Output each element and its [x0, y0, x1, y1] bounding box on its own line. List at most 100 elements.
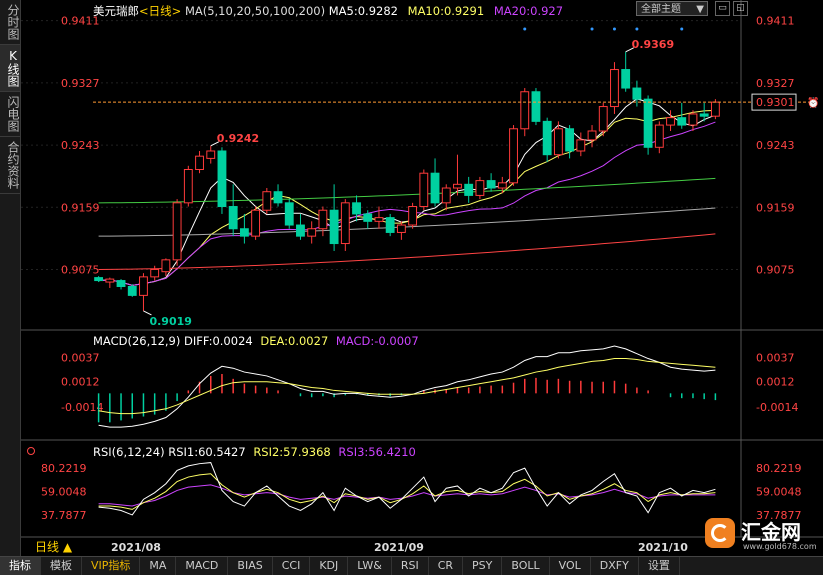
bottom-tab-7[interactable]: KDJ — [310, 557, 349, 575]
candle-body — [251, 209, 261, 237]
candle-body — [127, 285, 137, 296]
candle-body — [273, 191, 283, 204]
candle-body — [419, 172, 429, 208]
candle-body — [183, 169, 193, 204]
rsi3-value: RSI3:56.4210 — [338, 445, 416, 459]
sidebar-tab-contract-info[interactable]: 合约资料 — [0, 137, 20, 194]
candle-body — [116, 280, 126, 287]
candle-body — [542, 120, 552, 156]
logo-url: www.gold678.com — [743, 542, 817, 551]
logo: 汇金网 www.gold678.com — [705, 516, 821, 554]
ma20-value: MA20:0.927 — [493, 4, 564, 18]
macd-tick-right: 0.0012 — [756, 376, 795, 389]
low-label: 0.9019 — [149, 315, 191, 328]
candle-body — [340, 202, 350, 245]
event-dot — [635, 27, 639, 31]
bottom-tab-10[interactable]: CR — [429, 557, 464, 575]
ma20-line — [98, 121, 716, 286]
period-tag: <日线> — [139, 4, 182, 18]
bottom-tab-3[interactable]: MA — [140, 557, 177, 575]
sidebar: 分时图 K线图 闪电图 合约资料 — [0, 0, 21, 556]
theme-select[interactable]: 全部主题 ▼ — [636, 1, 708, 16]
candle-body — [531, 91, 541, 122]
macd-tick-left: -0.0014 — [61, 401, 103, 414]
bottom-tab-13[interactable]: VOL — [550, 557, 591, 575]
candle-body — [475, 180, 485, 196]
y-tick-left: 0.9327 — [61, 77, 100, 90]
candle-body — [374, 217, 384, 222]
rsi-tick-left: 59.0048 — [41, 486, 87, 499]
bottom-toolbar: 指标 模板 VIP指标 MA MACD BIAS CCI KDJ LW& RSI CR PSY BOLL… — [0, 556, 823, 575]
candle-body — [666, 117, 675, 126]
bottom-tab-4[interactable]: MACD — [176, 557, 229, 575]
candle-body — [520, 91, 530, 130]
y-tick-right: 0.9075 — [756, 263, 795, 276]
candle-body — [553, 128, 563, 156]
candle-body — [677, 117, 687, 126]
bottom-tab-1[interactable]: 模板 — [41, 557, 82, 575]
rsi-tick-right: 80.2219 — [756, 462, 802, 475]
event-dot — [612, 27, 616, 31]
macd-tick-left: 0.0037 — [61, 352, 100, 365]
candle-body — [352, 202, 361, 215]
candle-body — [408, 206, 418, 226]
y-tick-right: 0.9411 — [756, 15, 795, 28]
bottom-tab-0[interactable]: 指标 — [0, 557, 41, 575]
candle-body — [172, 202, 182, 261]
y-tick-left: 0.9159 — [61, 201, 100, 214]
macd-label: MACD(26,12,9) — [93, 334, 181, 348]
rsi-tick-left: 80.2219 — [41, 462, 87, 475]
candle-body — [441, 187, 451, 204]
rsi1-line — [98, 462, 716, 516]
candle-body — [150, 268, 160, 278]
candle-body — [385, 217, 395, 233]
candle-body — [587, 130, 597, 141]
candle-body — [486, 180, 496, 189]
rsi1-value: RSI1:60.5427 — [168, 445, 246, 459]
ma5-value: MA5:0.9282 — [328, 4, 398, 18]
settings-icon — [27, 447, 35, 455]
minimize-icon[interactable]: ▭ — [715, 1, 730, 16]
y-tick-right: 0.9159 — [756, 201, 795, 214]
logo-name: 汇金网 — [741, 520, 801, 544]
event-dot — [523, 27, 527, 31]
candle-body — [643, 98, 653, 148]
x-axis-label: 2021/10 — [638, 541, 688, 554]
candle-body — [509, 128, 518, 184]
chart-area[interactable]: 0.0037 0.0037 0.0012 0.0012 -0.0014 -0.0014 8… — [21, 0, 823, 556]
rsi-tick-left: 37.7877 — [41, 509, 87, 522]
candle-body — [94, 277, 104, 282]
bottom-tab-6[interactable]: CCI — [273, 557, 311, 575]
candle-body — [576, 139, 586, 152]
period-button[interactable]: 日线 ▲ — [21, 540, 87, 555]
bottom-tab-9[interactable]: RSI — [392, 557, 429, 575]
candle-body — [217, 150, 227, 208]
candle-body — [363, 213, 373, 222]
macd-tick-right: 0.0037 — [756, 352, 795, 365]
rsi2-value: RSI2:57.9368 — [253, 445, 331, 459]
candle-body — [430, 172, 440, 204]
alarm-icon: ⏰ — [807, 96, 819, 109]
last-price-label: 0.9301 — [756, 96, 795, 109]
bottom-tab-14[interactable]: DXFY — [591, 557, 639, 575]
sidebar-tab-timeshare[interactable]: 分时图 — [0, 0, 20, 45]
sidebar-tab-flash[interactable]: 闪电图 — [0, 92, 20, 137]
candle-body — [206, 150, 216, 159]
logo-icon — [705, 518, 735, 548]
bottom-tab-2[interactable]: VIP指标 — [82, 557, 141, 575]
bottom-tab-11[interactable]: PSY — [463, 557, 503, 575]
bottom-tab-5[interactable]: BIAS — [228, 557, 273, 575]
sidebar-tab-kline[interactable]: K线图 — [0, 45, 20, 92]
candle-body — [464, 183, 474, 196]
x-axis-label: 2021/08 — [111, 541, 161, 554]
bottom-tab-8[interactable]: LW& — [348, 557, 392, 575]
bottom-tab-15[interactable]: 设置 — [639, 557, 680, 575]
restore-icon[interactable]: ◱ — [733, 1, 748, 16]
candle-body — [710, 101, 720, 117]
candle-body — [284, 202, 294, 226]
chart-canvas[interactable]: 0.0037 0.0037 0.0012 0.0012 -0.0014 -0.0014 8… — [21, 0, 823, 556]
macd-tick-left: 0.0012 — [61, 376, 100, 389]
y-tick-left: 0.9243 — [61, 139, 100, 152]
candle-body — [239, 228, 249, 237]
bottom-tab-12[interactable]: BOLL — [502, 557, 550, 575]
